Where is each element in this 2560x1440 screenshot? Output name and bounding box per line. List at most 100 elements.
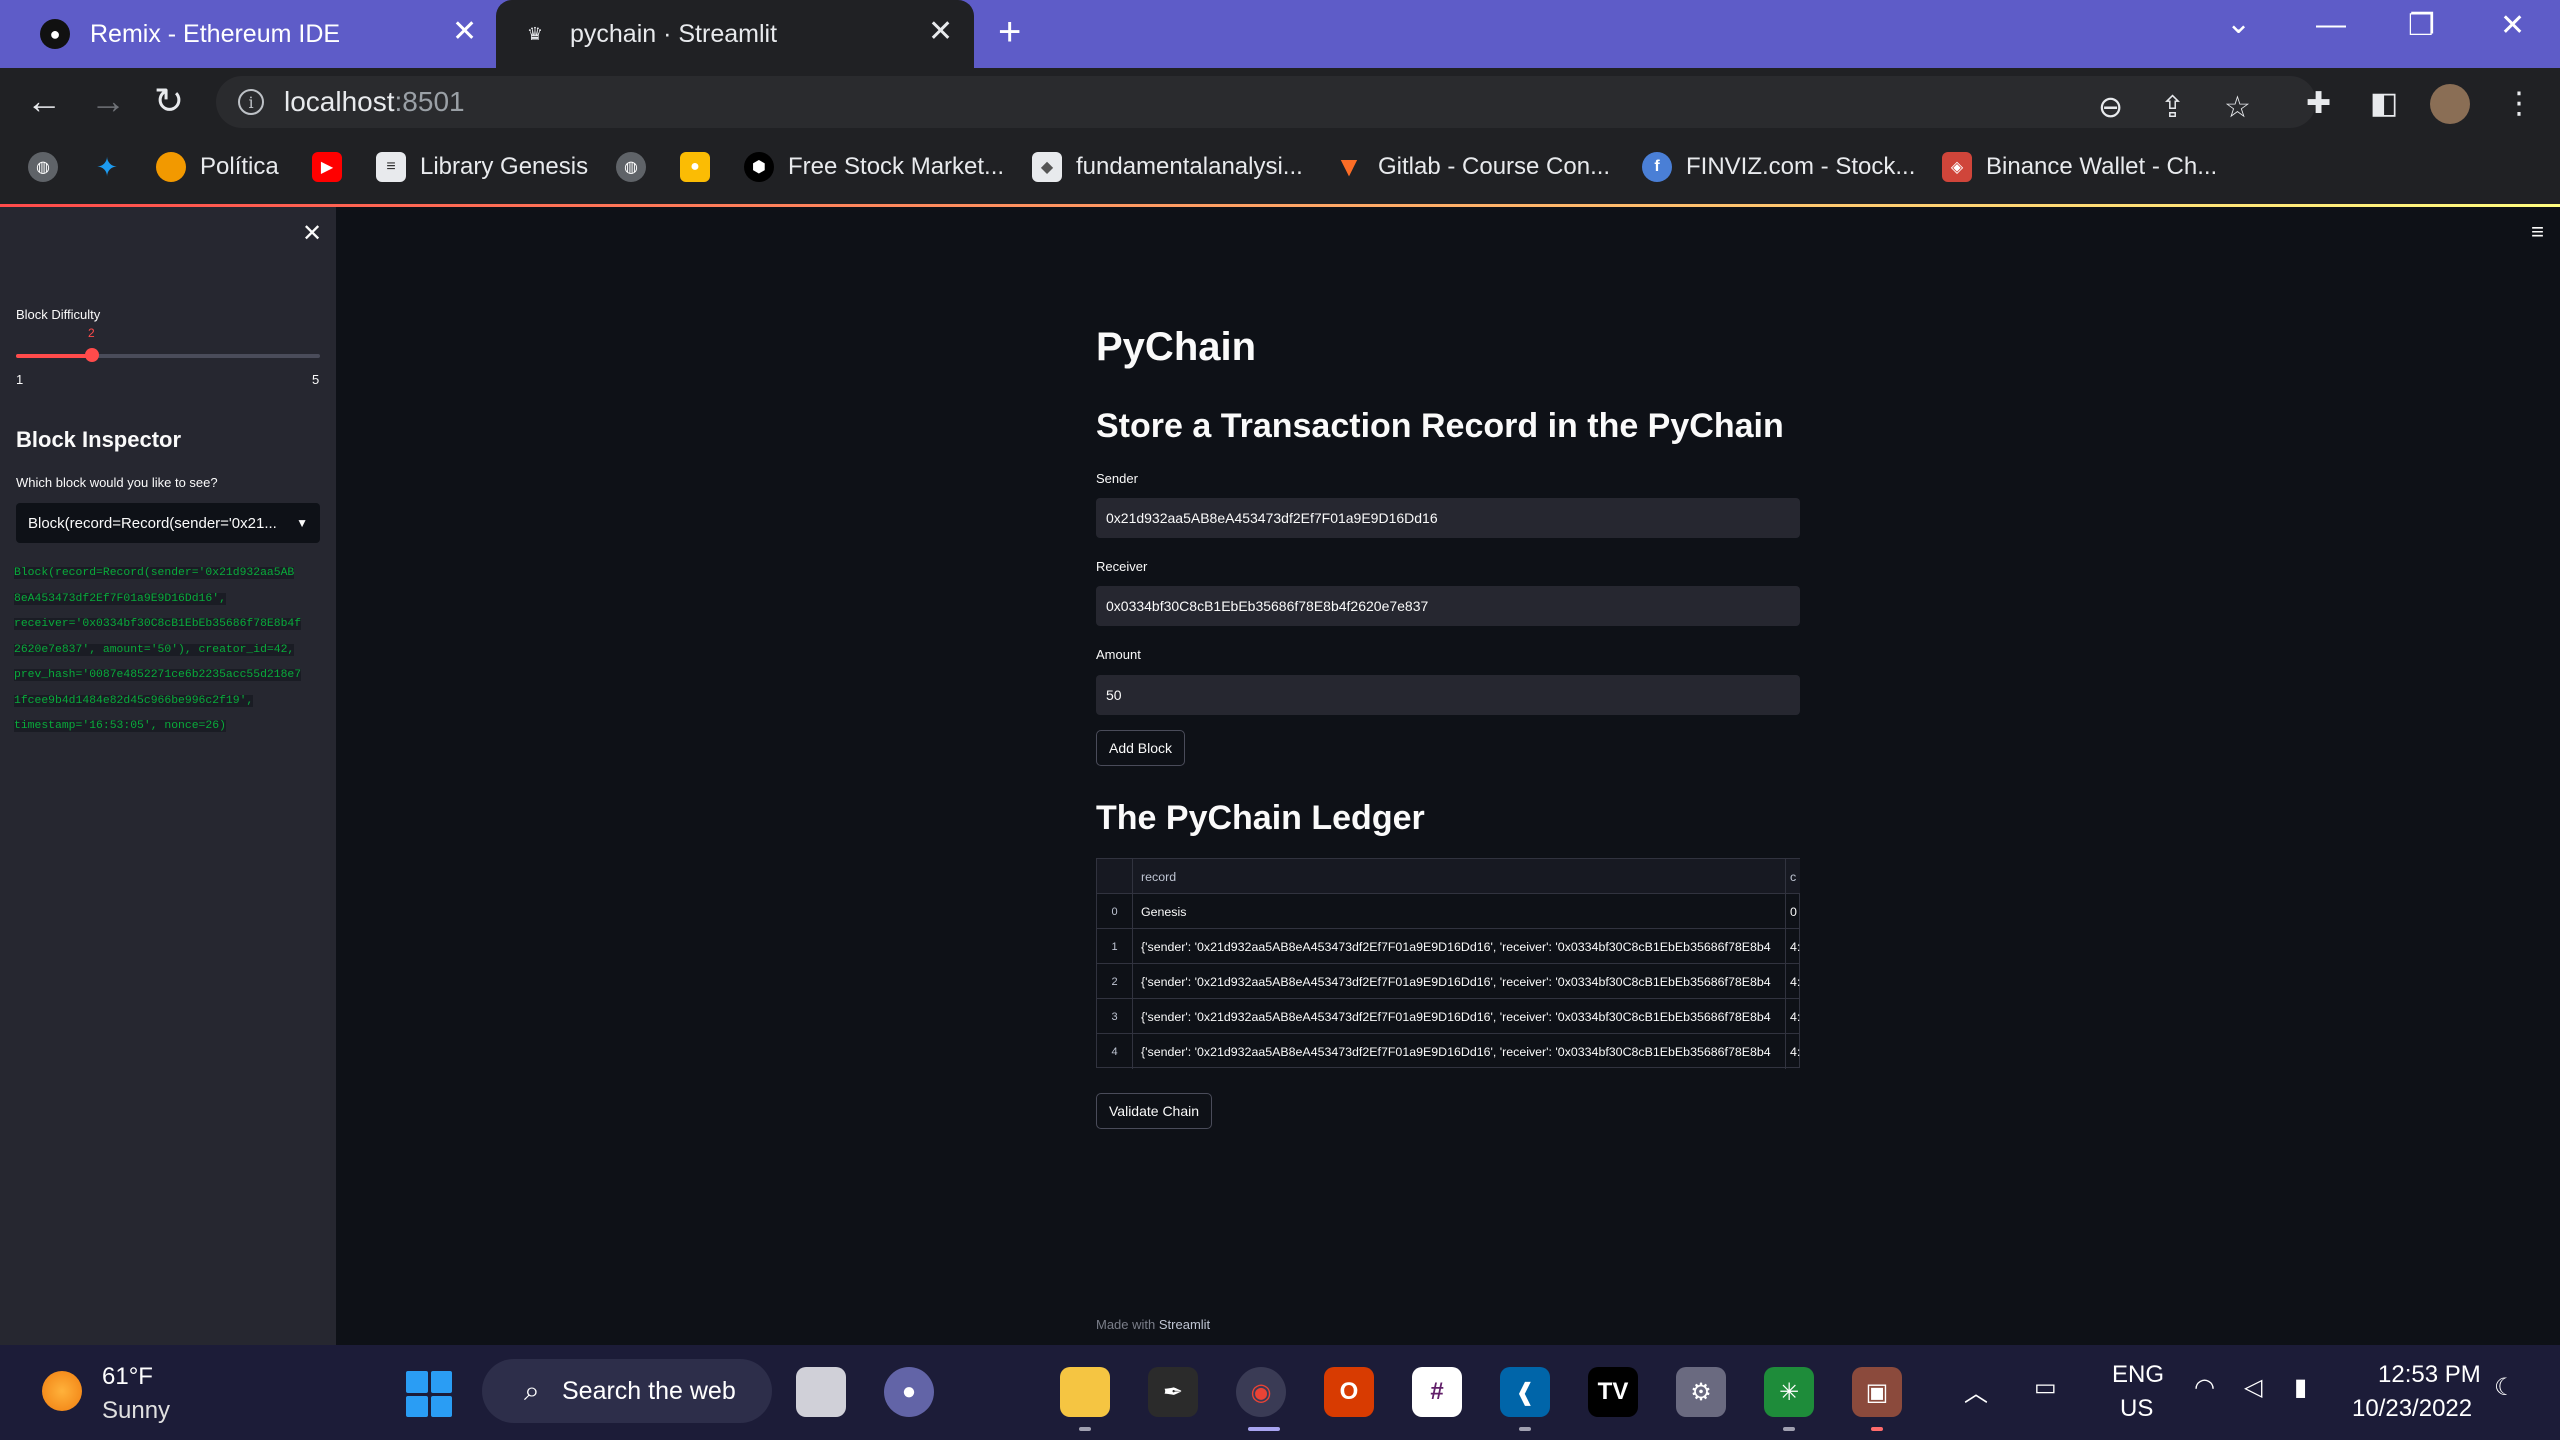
close-icon[interactable]: ✕ bbox=[928, 14, 953, 49]
side-panel-icon[interactable]: ◧ bbox=[2370, 86, 2398, 121]
record-cell[interactable]: {'sender': '0x21d932aa5AB8eA453473df2Ef7… bbox=[1141, 1034, 1781, 1069]
bookmark-gitlab[interactable]: ▼ Gitlab - Course Con... bbox=[1334, 151, 1610, 182]
receiver-value: 0x0334bf30C8cB1EbEb35686f78E8b4f2620e7e8… bbox=[1106, 598, 1429, 614]
menu-kebab-icon[interactable]: ⋮ bbox=[2504, 86, 2534, 121]
table-row[interactable]: 0 Genesis 0 bbox=[1097, 894, 1800, 929]
keyboard-layout-icon[interactable]: ▭ bbox=[2034, 1373, 2057, 1402]
column-header-creator[interactable]: c bbox=[1785, 859, 1800, 894]
minimize-button[interactable]: — bbox=[2316, 8, 2346, 42]
zoom-icon[interactable]: ⊖ bbox=[2098, 90, 2123, 125]
new-tab-button[interactable]: + bbox=[998, 10, 1021, 55]
chevron-up-icon[interactable]: ︿ bbox=[1964, 1373, 1988, 1408]
extensions-icon[interactable]: ✚ bbox=[2306, 86, 2331, 121]
file-explorer-icon[interactable] bbox=[1060, 1367, 1110, 1417]
start-windows-icon[interactable] bbox=[406, 1371, 452, 1417]
bookmark-library-genesis[interactable]: ≡ Library Genesis bbox=[376, 152, 588, 182]
ledger-heading: The PyChain Ledger bbox=[1096, 799, 1425, 837]
back-button[interactable]: ← bbox=[26, 80, 62, 122]
bookmark-label: FINVIZ.com - Stock... bbox=[1686, 153, 1916, 180]
battery-icon[interactable]: ▮ bbox=[2294, 1373, 2307, 1402]
bookmark-free-stock-market[interactable]: ⬢ Free Stock Market... bbox=[744, 152, 1004, 182]
teams-chat-icon[interactable]: ● bbox=[884, 1367, 934, 1417]
column-header-record[interactable]: record bbox=[1141, 859, 1781, 894]
code-line-text: timestamp='16:53:05', nonce=26) bbox=[14, 720, 226, 732]
footer-streamlit-link[interactable]: Streamlit bbox=[1159, 1317, 1210, 1332]
app-icon[interactable]: ⚙ bbox=[1676, 1367, 1726, 1417]
bookmark-finviz[interactable]: f FINVIZ.com - Stock... bbox=[1642, 152, 1915, 182]
clock-date[interactable]: 10/23/2022 bbox=[2352, 1395, 2472, 1423]
profile-avatar[interactable] bbox=[2430, 84, 2470, 124]
weather-temperature[interactable]: 61°F bbox=[102, 1363, 153, 1391]
bookmark-keep[interactable]: ● bbox=[680, 152, 724, 182]
receiver-input[interactable]: 0x0334bf30C8cB1EbEb35686f78E8b4f2620e7e8… bbox=[1096, 586, 1800, 626]
wifi-icon[interactable]: ◠ bbox=[2194, 1373, 2215, 1402]
add-block-button[interactable]: Add Block bbox=[1096, 730, 1186, 766]
clock-time[interactable]: 12:53 PM bbox=[2378, 1361, 2481, 1389]
record-cell[interactable]: {'sender': '0x21d932aa5AB8eA453473df2Ef7… bbox=[1141, 964, 1781, 999]
creator-cell[interactable]: 4: bbox=[1785, 1034, 1800, 1069]
inkscape-icon[interactable]: ✒ bbox=[1148, 1367, 1198, 1417]
tab-title: Remix - Ethereum IDE bbox=[90, 19, 341, 48]
bookmark-globe-2[interactable]: ◍ bbox=[616, 152, 660, 182]
language-top[interactable]: ENG bbox=[2112, 1361, 2164, 1389]
window-close-button[interactable]: ✕ bbox=[2500, 8, 2525, 43]
block-difficulty-slider[interactable]: 2 bbox=[16, 326, 320, 362]
chrome-icon[interactable]: ◉ bbox=[1236, 1367, 1286, 1417]
table-row[interactable]: 4 {'sender': '0x21d932aa5AB8eA453473df2E… bbox=[1097, 1034, 1800, 1069]
block-select[interactable]: Block(record=Record(sender='0x21... ▼ bbox=[16, 503, 320, 543]
tradingview-icon[interactable]: TV bbox=[1588, 1367, 1638, 1417]
validate-chain-button[interactable]: Validate Chain bbox=[1096, 1093, 1213, 1129]
address-bar[interactable]: i localhost :8501 ⊖ ⇪ ☆ bbox=[216, 76, 2316, 128]
creator-cell[interactable]: 0 bbox=[1785, 894, 1800, 929]
record-cell[interactable]: {'sender': '0x21d932aa5AB8eA453473df2Ef7… bbox=[1141, 929, 1781, 964]
tab-search-chevron-icon[interactable]: ⌄ bbox=[2226, 6, 2251, 41]
creator-cell[interactable]: 4: bbox=[1785, 929, 1800, 964]
table-row[interactable]: 3 {'sender': '0x21d932aa5AB8eA453473df2E… bbox=[1097, 999, 1800, 1034]
row-index: 2 bbox=[1097, 964, 1133, 999]
box-app-icon[interactable]: ▣ bbox=[1852, 1367, 1902, 1417]
amount-input[interactable]: 50 bbox=[1096, 675, 1800, 715]
table-row[interactable]: 2 {'sender': '0x21d932aa5AB8eA453473df2E… bbox=[1097, 964, 1800, 999]
slack-icon[interactable]: # bbox=[1412, 1367, 1462, 1417]
hamburger-menu-icon[interactable]: ≡ bbox=[2531, 219, 2544, 245]
table-row[interactable]: 1 {'sender': '0x21d932aa5AB8eA453473df2E… bbox=[1097, 929, 1800, 964]
ledger-table[interactable]: record c 0 Genesis 0 1 {'sender': '0x21d… bbox=[1096, 858, 1800, 1278]
volume-icon[interactable]: ◁ bbox=[2244, 1373, 2262, 1402]
bookmark-fundamentalanalysis[interactable]: ◆ fundamentalanalysi... bbox=[1032, 152, 1303, 182]
bookmark-twitter[interactable]: ✦ bbox=[92, 152, 136, 182]
bookmark-youtube[interactable]: ▶ bbox=[312, 152, 356, 182]
url-port: :8501 bbox=[394, 86, 465, 117]
bookmark-binance[interactable]: ◈ Binance Wallet - Ch... bbox=[1942, 152, 2217, 182]
bookmark-politica[interactable]: Política bbox=[156, 152, 279, 182]
close-sidebar-icon[interactable]: ✕ bbox=[302, 219, 322, 248]
bookmark-star-icon[interactable]: ☆ bbox=[2224, 90, 2251, 125]
share-icon[interactable]: ⇪ bbox=[2160, 90, 2185, 125]
bookmark-label: Library Genesis bbox=[420, 153, 589, 180]
block-inspector-title: Block Inspector bbox=[16, 427, 182, 452]
bookmark-globe-1[interactable]: ◍ bbox=[28, 152, 72, 182]
site-info-icon[interactable]: i bbox=[238, 89, 264, 115]
slider-thumb[interactable] bbox=[85, 348, 99, 362]
taskbar: 61°F Sunny ⌕ Search the web ● ✒ ◉ O # ❰ … bbox=[0, 1345, 2560, 1440]
record-cell[interactable]: Genesis bbox=[1141, 894, 1781, 929]
close-icon[interactable]: ✕ bbox=[452, 14, 477, 49]
sender-input[interactable]: 0x21d932aa5AB8eA453473df2Ef7F01a9E9D16Dd… bbox=[1096, 498, 1800, 538]
tab-remix[interactable]: ● Remix - Ethereum IDE ✕ bbox=[20, 0, 490, 68]
vscode-icon[interactable]: ❰ bbox=[1500, 1367, 1550, 1417]
taskbar-search[interactable]: ⌕ Search the web bbox=[482, 1359, 772, 1423]
code-line: receiver='0x0334bf30C8cB1EbEb35686f78E8b… bbox=[14, 612, 322, 638]
sun-weather-icon[interactable] bbox=[42, 1371, 82, 1411]
task-view-icon[interactable] bbox=[796, 1367, 846, 1417]
restore-button[interactable]: ❐ bbox=[2408, 8, 2435, 43]
moon-icon[interactable]: ☾ bbox=[2494, 1373, 2516, 1402]
forward-button[interactable]: → bbox=[90, 80, 126, 122]
record-cell[interactable]: {'sender': '0x21d932aa5AB8eA453473df2Ef7… bbox=[1141, 999, 1781, 1034]
ganache-icon[interactable]: ✳ bbox=[1764, 1367, 1814, 1417]
reload-button[interactable]: ↻ bbox=[154, 80, 184, 122]
creator-cell[interactable]: 4: bbox=[1785, 999, 1800, 1034]
creator-cell[interactable]: 4: bbox=[1785, 964, 1800, 999]
tab-pychain[interactable]: ♛ pychain · Streamlit ✕ bbox=[496, 0, 974, 68]
language-bottom[interactable]: US bbox=[2120, 1395, 2153, 1423]
weather-description[interactable]: Sunny bbox=[102, 1397, 170, 1425]
office-icon[interactable]: O bbox=[1324, 1367, 1374, 1417]
